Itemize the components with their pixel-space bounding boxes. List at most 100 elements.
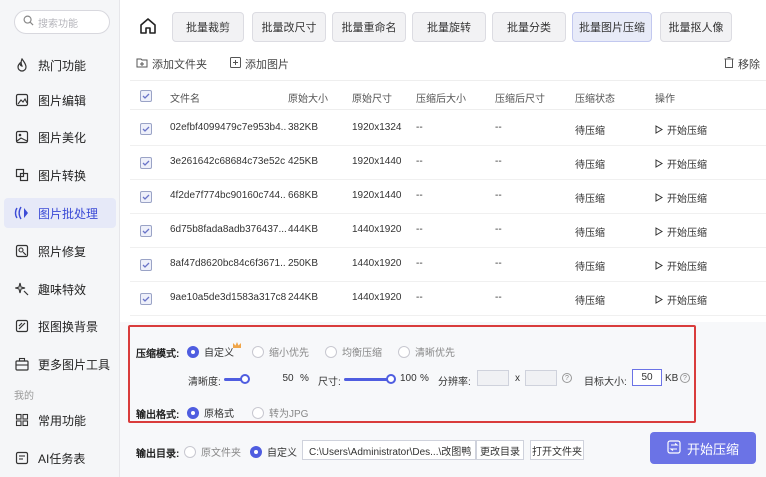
sidebar-item-label: 图片编辑 — [38, 93, 87, 108]
row-checkbox[interactable] — [140, 225, 152, 237]
size-slider-track[interactable] — [344, 378, 392, 381]
mode-clarity-label: 清晰优先 — [415, 348, 455, 359]
output-original-folder-radio[interactable]: 原文件夹 — [184, 444, 241, 459]
row-start-button[interactable]: 开始压缩 — [655, 156, 707, 171]
output-custom-label: 自定义 — [267, 448, 297, 459]
tab-batch-classify[interactable]: 批量分类 — [492, 12, 566, 42]
header-comp-size: 压缩后大小 — [416, 94, 466, 105]
remove-button[interactable]: 移除 — [724, 56, 760, 72]
row-orig-dims: 1920x1324 — [352, 122, 402, 133]
format-jpg-radio[interactable]: 转为JPG — [252, 405, 308, 420]
mode-shrink-label: 缩小优先 — [269, 348, 309, 359]
cutout-icon — [14, 318, 30, 334]
row-comp-dims: -- — [495, 224, 502, 235]
row-filename: 6d75b8fada8adb376437... — [170, 224, 286, 235]
sidebar-item-label: 图片批处理 — [38, 206, 99, 221]
play-icon — [655, 227, 663, 236]
sidebar-item-image-beautify[interactable]: 图片美化 — [4, 122, 116, 152]
row-start-label: 开始压缩 — [667, 296, 707, 307]
tab-batch-resize[interactable]: 批量改尺寸 — [252, 12, 326, 42]
target-size-input[interactable]: 50 — [632, 369, 662, 386]
row-status: 待压缩 — [575, 296, 605, 307]
row-checkbox[interactable] — [140, 259, 152, 271]
clarity-slider-handle[interactable] — [240, 374, 250, 384]
sidebar-item-cutout[interactable]: 抠图换背景 — [4, 311, 116, 341]
row-start-button[interactable]: 开始压缩 — [655, 224, 707, 239]
row-start-button[interactable]: 开始压缩 — [655, 122, 707, 137]
output-path-field[interactable]: C:\Users\Administrator\Des...\改图鸭 — [302, 440, 476, 460]
format-original-radio[interactable]: 原格式 — [187, 405, 234, 420]
sidebar-item-ai-tasks[interactable]: AI任务表 — [4, 443, 116, 473]
tab-batch-rename[interactable]: 批量重命名 — [332, 12, 406, 42]
sidebar-item-batch[interactable]: 图片批处理 — [4, 198, 116, 228]
row-start-button[interactable]: 开始压缩 — [655, 258, 707, 273]
section-mine-label: 我的 — [14, 391, 34, 402]
size-value[interactable]: 100 — [400, 373, 417, 384]
mode-shrink-radio[interactable]: 缩小优先 — [252, 344, 309, 359]
check-icon — [142, 262, 150, 268]
sidebar-item-image-edit[interactable]: 图片编辑 — [4, 85, 116, 115]
target-size-label: 目标大小: — [584, 377, 627, 388]
search-input[interactable]: 搜索功能 — [14, 10, 110, 34]
format-original-label: 原格式 — [204, 409, 234, 420]
change-dir-button[interactable]: 更改目录 — [476, 440, 524, 460]
row-start-button[interactable]: 开始压缩 — [655, 190, 707, 205]
help-icon[interactable]: ? — [680, 373, 690, 383]
sidebar-item-convert[interactable]: 图片转换 — [4, 160, 116, 190]
mode-custom-radio[interactable]: 自定义 — [187, 344, 234, 359]
table-row: 4f2de7f774bc90160c744... 668KB 1920x1440… — [130, 180, 766, 214]
tab-batch-compress[interactable]: 批量图片压缩 — [572, 12, 652, 42]
row-start-button[interactable]: 开始压缩 — [655, 292, 707, 307]
play-icon — [655, 159, 663, 168]
help-icon[interactable]: ? — [562, 373, 572, 383]
play-icon — [655, 261, 663, 270]
row-status: 待压缩 — [575, 262, 605, 273]
row-comp-dims: -- — [495, 258, 502, 269]
sidebar-item-effects[interactable]: 趣味特效 — [4, 274, 116, 304]
mode-balanced-radio[interactable]: 均衡压缩 — [325, 344, 382, 359]
mode-balanced-label: 均衡压缩 — [342, 348, 382, 359]
sidebar-item-more-tools[interactable]: 更多图片工具 — [4, 349, 116, 379]
size-slider-handle[interactable] — [386, 374, 396, 384]
tab-batch-portrait[interactable]: 批量抠人像 — [660, 12, 732, 42]
output-custom-radio[interactable]: 自定义 — [250, 444, 297, 459]
clarity-value[interactable]: 50 — [276, 370, 300, 386]
row-orig-dims: 1920x1440 — [352, 156, 402, 167]
add-folder-button[interactable]: 添加文件夹 — [136, 56, 207, 72]
resolution-height-input[interactable] — [525, 370, 557, 386]
sidebar-item-label: 照片修复 — [38, 244, 87, 259]
row-orig-size: 382KB — [288, 122, 319, 133]
format-jpg-label: 转为JPG — [269, 409, 309, 420]
sidebar-item-common[interactable]: 常用功能 — [4, 405, 116, 435]
resolution-x: x — [515, 373, 520, 384]
sidebar-item-repair[interactable]: 照片修复 — [4, 236, 116, 266]
row-comp-size: -- — [416, 156, 423, 167]
sidebar-item-hot[interactable]: 热门功能 — [4, 50, 116, 80]
home-icon[interactable] — [138, 16, 158, 36]
row-checkbox[interactable] — [140, 123, 152, 135]
add-folder-label: 添加文件夹 — [152, 59, 207, 71]
clarity-label: 清晰度: — [188, 377, 221, 388]
sidebar-item-label: 图片美化 — [38, 130, 87, 145]
row-comp-size: -- — [416, 224, 423, 235]
target-size-unit: KB — [665, 373, 679, 384]
row-checkbox[interactable] — [140, 293, 152, 305]
add-image-button[interactable]: 添加图片 — [230, 56, 289, 72]
select-all-checkbox[interactable] — [140, 90, 152, 102]
output-dir-label: 输出目录: — [136, 449, 180, 460]
search-placeholder: 搜索功能 — [38, 18, 78, 30]
play-icon — [655, 295, 663, 304]
size-unit: % — [420, 373, 429, 384]
open-folder-button[interactable]: 打开文件夹 — [530, 440, 584, 460]
mode-clarity-radio[interactable]: 清晰优先 — [398, 344, 455, 359]
header-action: 操作 — [655, 94, 675, 105]
tab-batch-crop[interactable]: 批量裁剪 — [172, 12, 244, 42]
resolution-width-input[interactable] — [477, 370, 509, 386]
row-orig-size: 668KB — [288, 190, 319, 201]
tab-batch-rotate[interactable]: 批量旋转 — [412, 12, 486, 42]
row-checkbox[interactable] — [140, 157, 152, 169]
check-icon — [142, 194, 150, 200]
header-orig-dims: 原始尺寸 — [352, 94, 392, 105]
row-checkbox[interactable] — [140, 191, 152, 203]
start-compress-button[interactable]: 开始压缩 — [650, 432, 756, 464]
